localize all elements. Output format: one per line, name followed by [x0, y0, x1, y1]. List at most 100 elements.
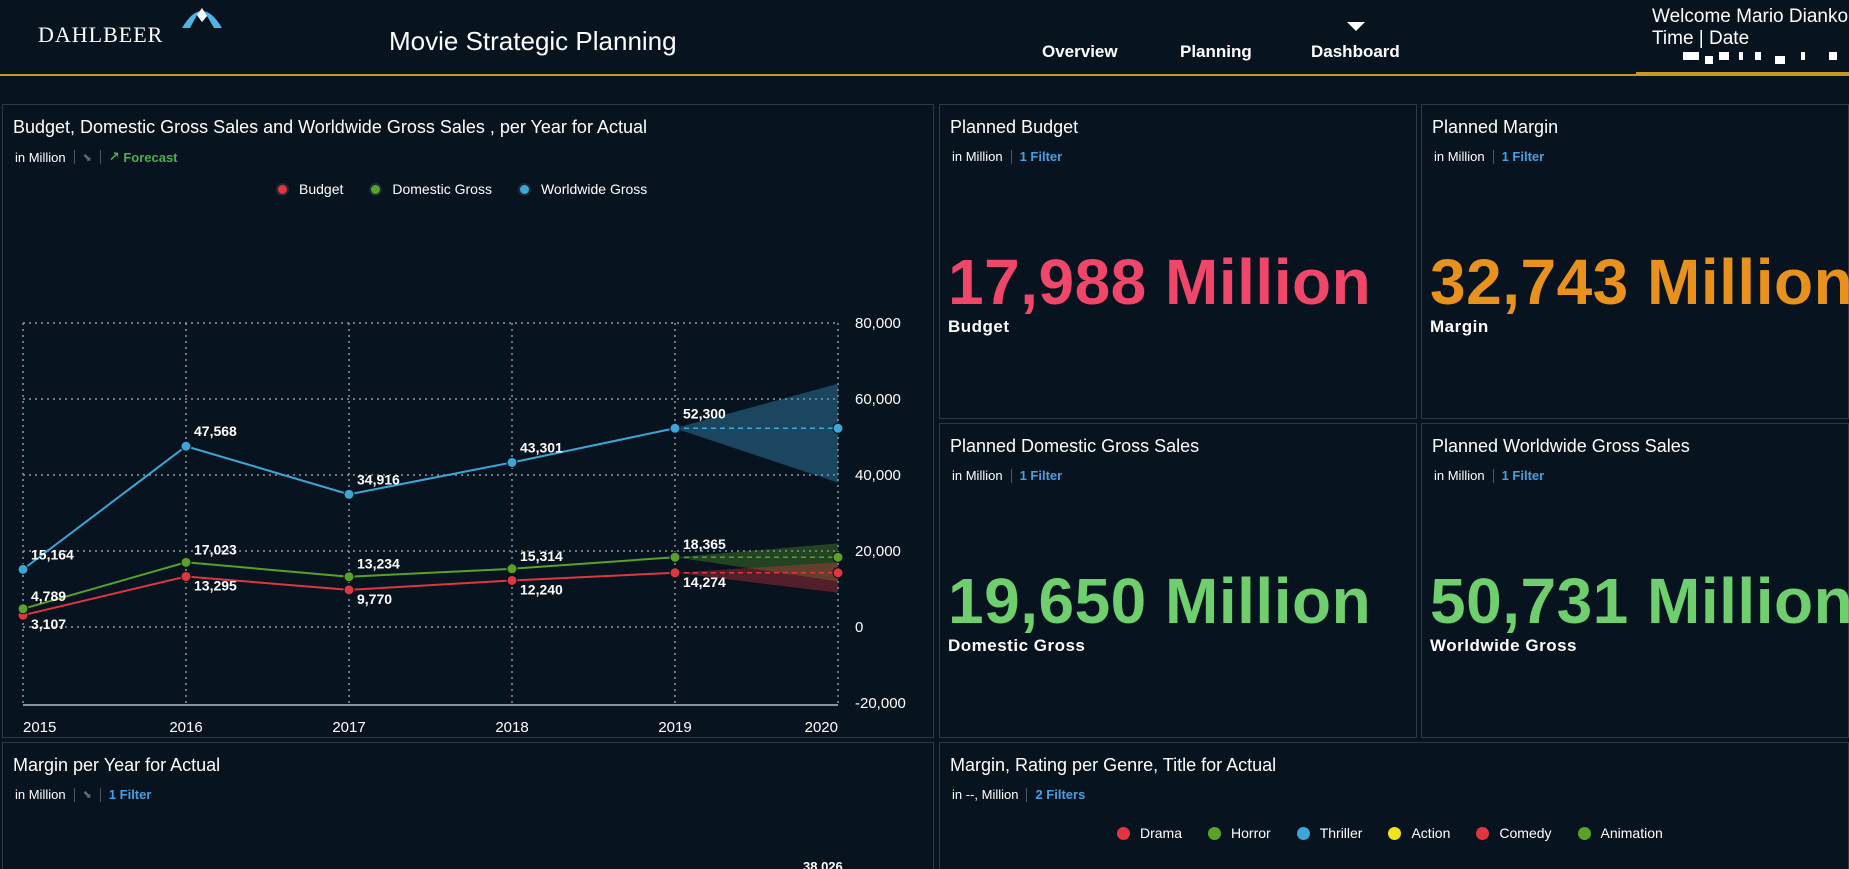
y-tick-label: 40,000: [855, 467, 901, 484]
mountain-logo-icon: [182, 8, 222, 28]
divider: [1026, 787, 1028, 802]
filter-link[interactable]: 1 Filter: [1020, 149, 1063, 164]
legend-dot-icon: [369, 182, 383, 196]
margin-tile-subtitle: in Million ⬊ 1 Filter: [15, 787, 151, 802]
data-label: 47,568: [194, 423, 237, 439]
divider: [73, 787, 75, 802]
x-tick-label: 2020: [805, 719, 838, 735]
unit-label: in Million: [1434, 468, 1485, 483]
legend-label: Drama: [1140, 825, 1183, 841]
kpi-title: Planned Worldwide Gross Sales: [1432, 436, 1690, 456]
variance-icon[interactable]: ⬊: [83, 788, 92, 801]
kpi-value: 19,650 Million: [948, 565, 1372, 637]
legend-item-comedy[interactable]: Comedy: [1476, 825, 1552, 841]
data-point: [343, 584, 355, 596]
legend-item-action[interactable]: Action: [1388, 825, 1450, 841]
divider: [1492, 149, 1494, 164]
filter-link[interactable]: 1 Filter: [1502, 468, 1545, 483]
data-point: [180, 556, 192, 568]
data-label: 15,314: [520, 548, 563, 564]
dashboard-caret-icon[interactable]: [1347, 22, 1365, 31]
nav-overview[interactable]: Overview: [1042, 42, 1118, 62]
data-label: 15,164: [31, 546, 74, 562]
x-tick-label: 2015: [23, 719, 56, 735]
redacted-time-value: [1683, 52, 1843, 64]
legend-label: Thriller: [1319, 825, 1363, 841]
filter-link[interactable]: 1 Filter: [1502, 149, 1545, 164]
data-label: 18,365: [683, 536, 726, 552]
kpi-label: Budget: [948, 317, 1010, 336]
genre-tile-subtitle: in --, Million 2 Filters: [952, 787, 1085, 802]
kpi-subtitle: in Million 1 Filter: [952, 149, 1062, 164]
legend-label: Horror: [1231, 825, 1271, 841]
y-tick-label: 20,000: [855, 543, 901, 560]
kpi-tile-margin[interactable]: Planned Margin in Million 1 Filter 32,74…: [1421, 104, 1849, 419]
data-point: [506, 456, 518, 468]
kpi-tile-worldwide[interactable]: Planned Worldwide Gross Sales in Million…: [1421, 423, 1849, 738]
forecast-toggle[interactable]: Forecast: [123, 150, 177, 165]
legend-item-horror[interactable]: Horror: [1208, 825, 1271, 841]
filter-link[interactable]: 2 Filters: [1035, 787, 1085, 802]
variance-icon[interactable]: ⬊: [83, 151, 92, 164]
legend-label: Worldwide Gross: [540, 181, 648, 197]
nav-planning[interactable]: Planning: [1180, 42, 1252, 62]
unit-label: in Million: [1434, 149, 1485, 164]
unit-label: in Million: [952, 149, 1003, 164]
legend-item-drama[interactable]: Drama: [1117, 825, 1182, 841]
data-label: 12,240: [520, 581, 563, 597]
legend-item-animation[interactable]: Animation: [1577, 825, 1663, 841]
data-point: [506, 563, 518, 575]
x-tick-label: 2019: [658, 719, 691, 735]
data-label: 14,274: [683, 574, 726, 590]
filter-link[interactable]: 1 Filter: [109, 787, 152, 802]
data-point: [669, 551, 681, 563]
legend-dot-icon: [1476, 826, 1490, 840]
kpi-label: Worldwide Gross: [1430, 636, 1577, 655]
kpi-label: Domestic Gross: [948, 636, 1086, 655]
line-chart[interactable]: 80,000 60,000 40,000 20,000 0 -20,000 2015 2016…: [3, 205, 933, 735]
kpi-title: Planned Domestic Gross Sales: [950, 436, 1200, 456]
genre-legend: Drama Horror Thriller Action Comedy Anim…: [1117, 825, 1689, 841]
data-point: [669, 567, 681, 579]
kpi-tile-domestic[interactable]: Planned Domestic Gross Sales in Million …: [939, 423, 1417, 738]
legend-dot-icon: [1577, 826, 1591, 840]
forecast-arrow-icon[interactable]: ↗: [109, 149, 124, 165]
legend-label: Comedy: [1499, 825, 1552, 841]
legend-label: Action: [1411, 825, 1451, 841]
data-point: [17, 603, 29, 615]
legend-dot-icon: [1296, 826, 1310, 840]
divider: [73, 150, 75, 164]
x-tick-label: 2018: [495, 719, 528, 735]
unit-label: in Million: [15, 787, 66, 802]
data-point: [343, 571, 355, 583]
legend-item-domestic[interactable]: Domestic Gross: [369, 181, 492, 197]
y-tick-label: 80,000: [855, 315, 901, 332]
data-label: 34,916: [357, 471, 400, 487]
data-point: [832, 567, 844, 579]
kpi-value: 50,731 Million: [1430, 565, 1849, 637]
y-tick-label: -20,000: [855, 695, 906, 712]
kpi-value: 17,988 Million: [948, 246, 1372, 318]
divider: [99, 150, 101, 164]
data-label: 17,023: [194, 541, 237, 557]
time-date-label: Time | Date: [1652, 28, 1750, 49]
line-chart-tile: Budget, Domestic Gross Sales and Worldwi…: [2, 104, 934, 738]
welcome-text: Welcome Mario Dianko: [1652, 6, 1849, 27]
legend-dot-icon: [1208, 826, 1222, 840]
data-point: [17, 563, 29, 575]
nav-dashboard[interactable]: Dashboard: [1311, 42, 1400, 62]
legend-item-budget[interactable]: Budget: [276, 181, 343, 197]
legend-label: Domestic Gross: [392, 181, 492, 197]
filter-link[interactable]: 1 Filter: [1020, 468, 1063, 483]
kpi-tile-budget[interactable]: Planned Budget in Million 1 Filter 17,98…: [939, 104, 1417, 419]
data-label: 9,770: [357, 591, 392, 607]
data-label: 4,789: [31, 588, 66, 604]
line-chart-subtitle: in Million ⬊ ↗ Forecast: [15, 149, 178, 165]
data-point: [180, 570, 192, 582]
data-label: 52,300: [683, 405, 726, 421]
app-title: Movie Strategic Planning: [389, 26, 677, 56]
legend-item-thriller[interactable]: Thriller: [1296, 825, 1363, 841]
margin-tile-title: Margin per Year for Actual: [13, 755, 221, 775]
legend-item-worldwide[interactable]: Worldwide Gross: [517, 181, 648, 197]
data-label: 3,107: [31, 616, 66, 632]
